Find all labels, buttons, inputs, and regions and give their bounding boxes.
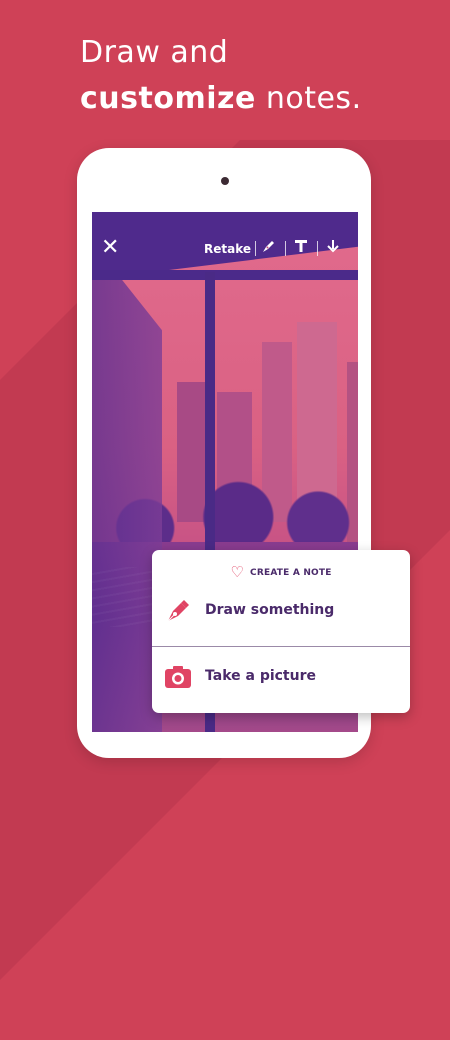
draw-something-option[interactable]: Draw something: [152, 587, 410, 637]
headline-rest: notes.: [255, 81, 362, 116]
toolbar-separator: [317, 241, 318, 256]
editor-toolbar: ✕ Retake: [92, 212, 358, 288]
pen-icon[interactable]: [259, 238, 279, 258]
take-picture-option[interactable]: Take a picture: [152, 653, 410, 703]
close-button[interactable]: ✕: [101, 234, 119, 262]
take-picture-label: Take a picture: [205, 668, 316, 684]
menu-divider: [152, 646, 410, 647]
headline-line-2: customize notes.: [80, 76, 362, 122]
toolbar-separator: [285, 241, 286, 256]
download-icon[interactable]: [323, 238, 343, 258]
toolbar-separator: [255, 241, 256, 256]
create-note-menu: ♡ CREATE A NOTE Draw something Take a pic…: [152, 550, 410, 713]
create-note-header: ♡ CREATE A NOTE: [152, 563, 410, 581]
phone-camera-dot: [221, 177, 229, 185]
create-note-title: CREATE A NOTE: [250, 568, 332, 578]
heart-icon: ♡: [230, 563, 245, 581]
fountain-pen-icon: [164, 597, 192, 625]
headline-line-1: Draw and: [80, 35, 229, 70]
headline-bold-word: customize: [80, 81, 256, 116]
headline: Draw and customize notes.: [80, 30, 362, 122]
draw-something-label: Draw something: [205, 602, 335, 618]
camera-icon: [164, 663, 192, 691]
text-icon[interactable]: [291, 238, 311, 258]
retake-button[interactable]: Retake: [204, 242, 251, 256]
